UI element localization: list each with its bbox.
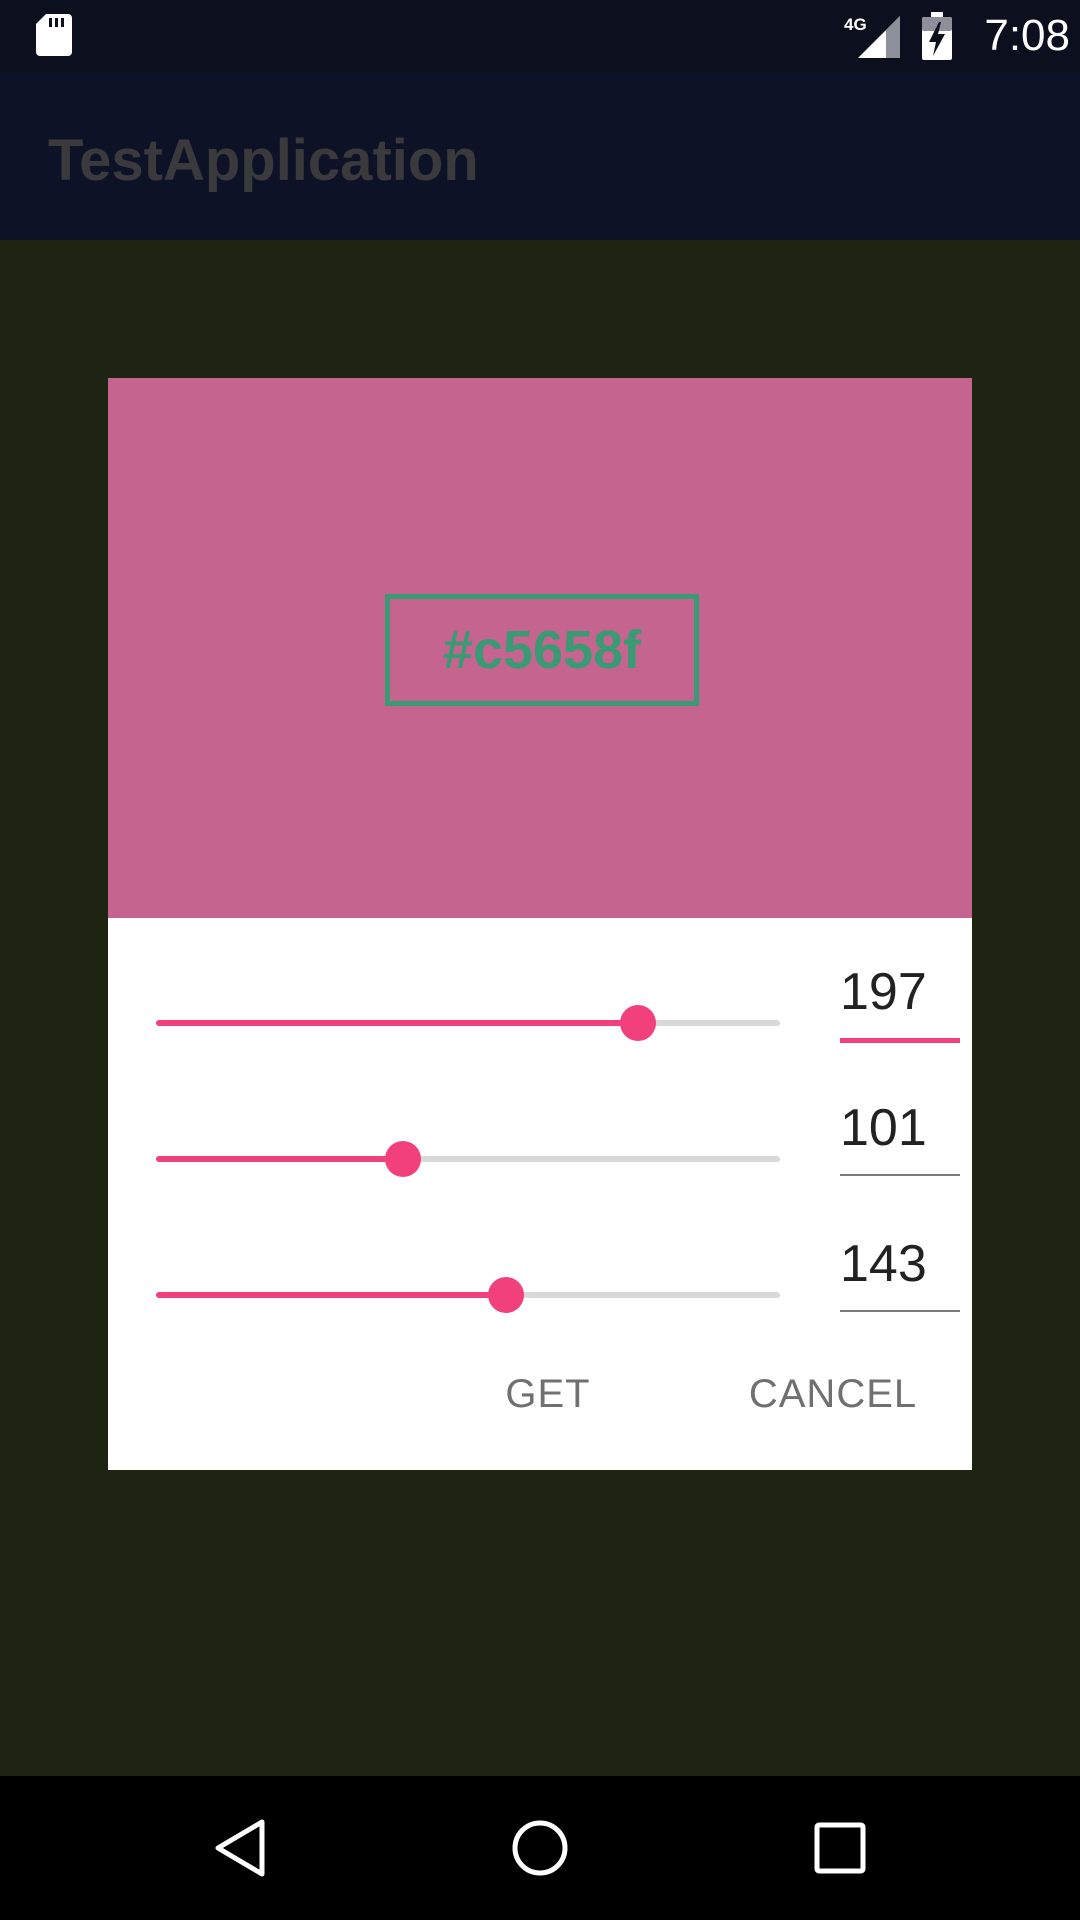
blue-slider-row: 143 [108, 1226, 972, 1346]
signal-4g-icon: 4G [844, 15, 900, 58]
battery-charging-icon [922, 12, 952, 60]
green-value: 101 [840, 1099, 927, 1157]
red-value-field[interactable]: 197 [840, 954, 960, 1043]
app-bar: TestApplication [0, 72, 1080, 240]
sd-card-icon [36, 14, 72, 56]
green-slider[interactable] [156, 1141, 780, 1177]
recents-icon[interactable] [804, 1812, 876, 1884]
status-bar: 4G 7:08 [0, 0, 1080, 72]
blue-value-field[interactable]: 143 [840, 1226, 960, 1312]
hex-code-label: #c5658f [442, 620, 642, 680]
hex-code-box: #c5658f [385, 594, 699, 706]
blue-slider-fill [156, 1292, 506, 1298]
red-slider-thumb[interactable] [620, 1005, 656, 1041]
green-slider-fill [156, 1156, 403, 1162]
green-slider-row: 101 [108, 1090, 972, 1210]
app-title: TestApplication [48, 128, 479, 193]
get-button[interactable]: GET [478, 1362, 618, 1426]
green-value-field[interactable]: 101 [840, 1090, 960, 1176]
red-value: 197 [840, 963, 927, 1021]
navigation-bar [0, 1776, 1080, 1920]
blue-value: 143 [840, 1235, 927, 1293]
back-icon[interactable] [204, 1812, 276, 1884]
cancel-button[interactable]: CANCEL [728, 1362, 938, 1426]
home-icon[interactable] [504, 1812, 576, 1884]
color-picker-dialog: #c5658f 197 101 143 GET CANCEL [108, 378, 972, 1470]
blue-slider-thumb[interactable] [488, 1277, 524, 1313]
red-slider-fill [156, 1020, 638, 1026]
network-type-label: 4G [844, 15, 867, 34]
green-slider-thumb[interactable] [385, 1141, 421, 1177]
blue-slider[interactable] [156, 1277, 780, 1313]
red-slider[interactable] [156, 1005, 780, 1041]
red-slider-row: 197 [108, 954, 972, 1074]
status-time: 7:08 [984, 11, 1070, 60]
color-preview: #c5658f [108, 378, 972, 918]
